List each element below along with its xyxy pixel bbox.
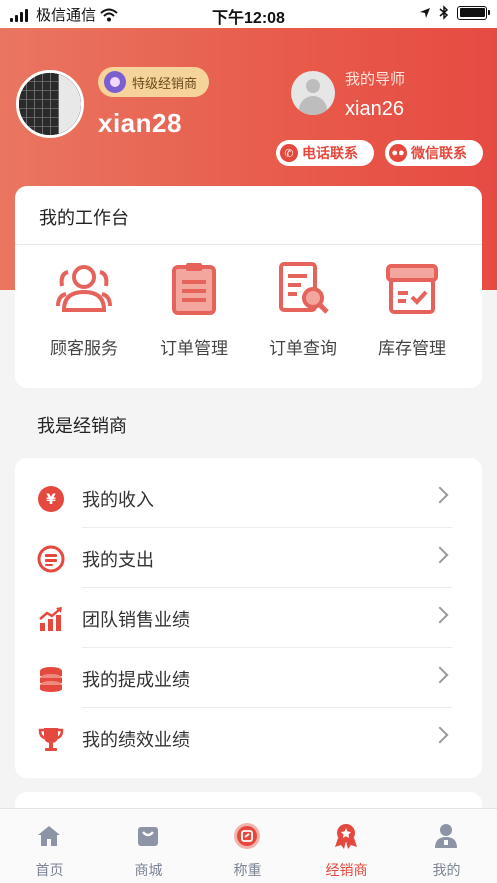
coins-out-icon bbox=[37, 545, 65, 573]
tab-label: 首页 bbox=[35, 862, 64, 878]
chevron-right-icon bbox=[431, 486, 449, 504]
wechat-contact-button[interactable]: ●● 微信联系 bbox=[385, 140, 483, 166]
phone-contact-button[interactable]: ✆ 电话联系 bbox=[276, 140, 374, 166]
yen-icon: ¥ bbox=[38, 486, 64, 512]
menu-item-income[interactable]: ¥ 我的收入 bbox=[15, 468, 482, 528]
document-search-icon bbox=[279, 262, 329, 314]
dealer-medal-icon bbox=[335, 824, 357, 849]
menu-item-team-sales[interactable]: 团队销售业绩 bbox=[15, 588, 482, 648]
phone-icon: ✆ bbox=[280, 144, 298, 162]
wechat-icon: ●● bbox=[389, 144, 407, 162]
tool-label: 顾客服务 bbox=[50, 339, 118, 358]
scale-icon bbox=[234, 823, 260, 849]
tool-inventory-management[interactable]: 库存管理 bbox=[362, 262, 462, 359]
tool-label: 订单查询 bbox=[269, 339, 337, 358]
username: xian28 bbox=[98, 108, 182, 138]
dealer-page: 极信通信 下午12:08 特级经销商 xian28 我的导师 xian26 ✆ … bbox=[0, 0, 497, 883]
growth-chart-icon bbox=[39, 607, 62, 631]
tool-label: 订单管理 bbox=[160, 339, 228, 358]
shop-bag-icon bbox=[138, 827, 158, 846]
divider bbox=[15, 244, 482, 245]
inventory-box-icon bbox=[386, 264, 438, 314]
bottom-tab-bar: 首页 商城 称重 经销商 我的 bbox=[0, 808, 497, 883]
menu-item-label: 我的绩效业绩 bbox=[82, 730, 190, 750]
customers-icon bbox=[56, 265, 112, 312]
bluetooth-icon bbox=[439, 5, 449, 20]
workbench-card: 我的工作台 顾客服务 订单管理 订单查询 库存管理 bbox=[15, 186, 482, 388]
menu-item-label: 团队销售业绩 bbox=[82, 610, 190, 630]
chevron-right-icon bbox=[431, 606, 449, 624]
menu-item-label: 我的收入 bbox=[82, 490, 154, 510]
tab-dealer[interactable]: 经销商 bbox=[297, 809, 396, 883]
wechat-contact-label: 微信联系 bbox=[411, 145, 467, 161]
tab-shop[interactable]: 商城 bbox=[99, 809, 198, 883]
tab-home[interactable]: 首页 bbox=[0, 809, 99, 883]
user-icon bbox=[435, 824, 457, 848]
badge-label: 特级经销商 bbox=[132, 75, 198, 91]
tab-label: 经销商 bbox=[325, 862, 368, 878]
user-avatar[interactable] bbox=[16, 70, 84, 138]
menu-item-label: 我的提成业绩 bbox=[82, 670, 190, 690]
menu-item-commission[interactable]: 我的提成业绩 bbox=[15, 648, 482, 708]
chevron-right-icon bbox=[431, 666, 449, 684]
status-bar: 极信通信 下午12:08 bbox=[0, 0, 497, 28]
svg-text:¥: ¥ bbox=[46, 492, 56, 508]
tool-label: 库存管理 bbox=[378, 339, 446, 358]
menu-item-expense[interactable]: 我的支出 bbox=[15, 528, 482, 588]
chevron-right-icon bbox=[431, 546, 449, 564]
tool-order-query[interactable]: 订单查询 bbox=[253, 262, 353, 359]
menu-item-performance[interactable]: 我的绩效业绩 bbox=[15, 708, 482, 768]
tab-label: 商城 bbox=[134, 862, 163, 878]
phone-contact-label: 电话联系 bbox=[302, 145, 358, 161]
mentor-name: xian26 bbox=[345, 98, 404, 120]
badge-emblem-icon bbox=[104, 71, 126, 93]
tool-order-management[interactable]: 订单管理 bbox=[144, 262, 244, 359]
dealer-level-badge: 特级经销商 bbox=[98, 67, 210, 97]
dealer-section-title: 我是经销商 bbox=[37, 416, 127, 436]
tab-label: 称重 bbox=[233, 862, 262, 878]
location-arrow-icon bbox=[420, 7, 430, 18]
dealer-menu-card: ¥ 我的收入 我的支出 团队销售业绩 我的提成业绩 我的绩效业绩 bbox=[15, 458, 482, 778]
coin-stack-icon bbox=[40, 667, 62, 692]
menu-item-label: 我的支出 bbox=[82, 550, 154, 570]
tab-label: 我的 bbox=[432, 862, 461, 878]
mentor-avatar[interactable] bbox=[291, 71, 335, 115]
clipboard-icon bbox=[172, 263, 216, 315]
battery-icon bbox=[457, 5, 490, 20]
tab-weigh[interactable]: 称重 bbox=[198, 809, 297, 883]
workbench-title: 我的工作台 bbox=[39, 208, 129, 228]
trophy-icon bbox=[38, 728, 64, 751]
chevron-right-icon bbox=[431, 726, 449, 744]
tab-me[interactable]: 我的 bbox=[397, 809, 496, 883]
status-right bbox=[419, 5, 490, 20]
tool-customer-service[interactable]: 顾客服务 bbox=[34, 262, 134, 359]
mentor-label: 我的导师 bbox=[345, 71, 406, 88]
home-icon bbox=[38, 826, 60, 846]
